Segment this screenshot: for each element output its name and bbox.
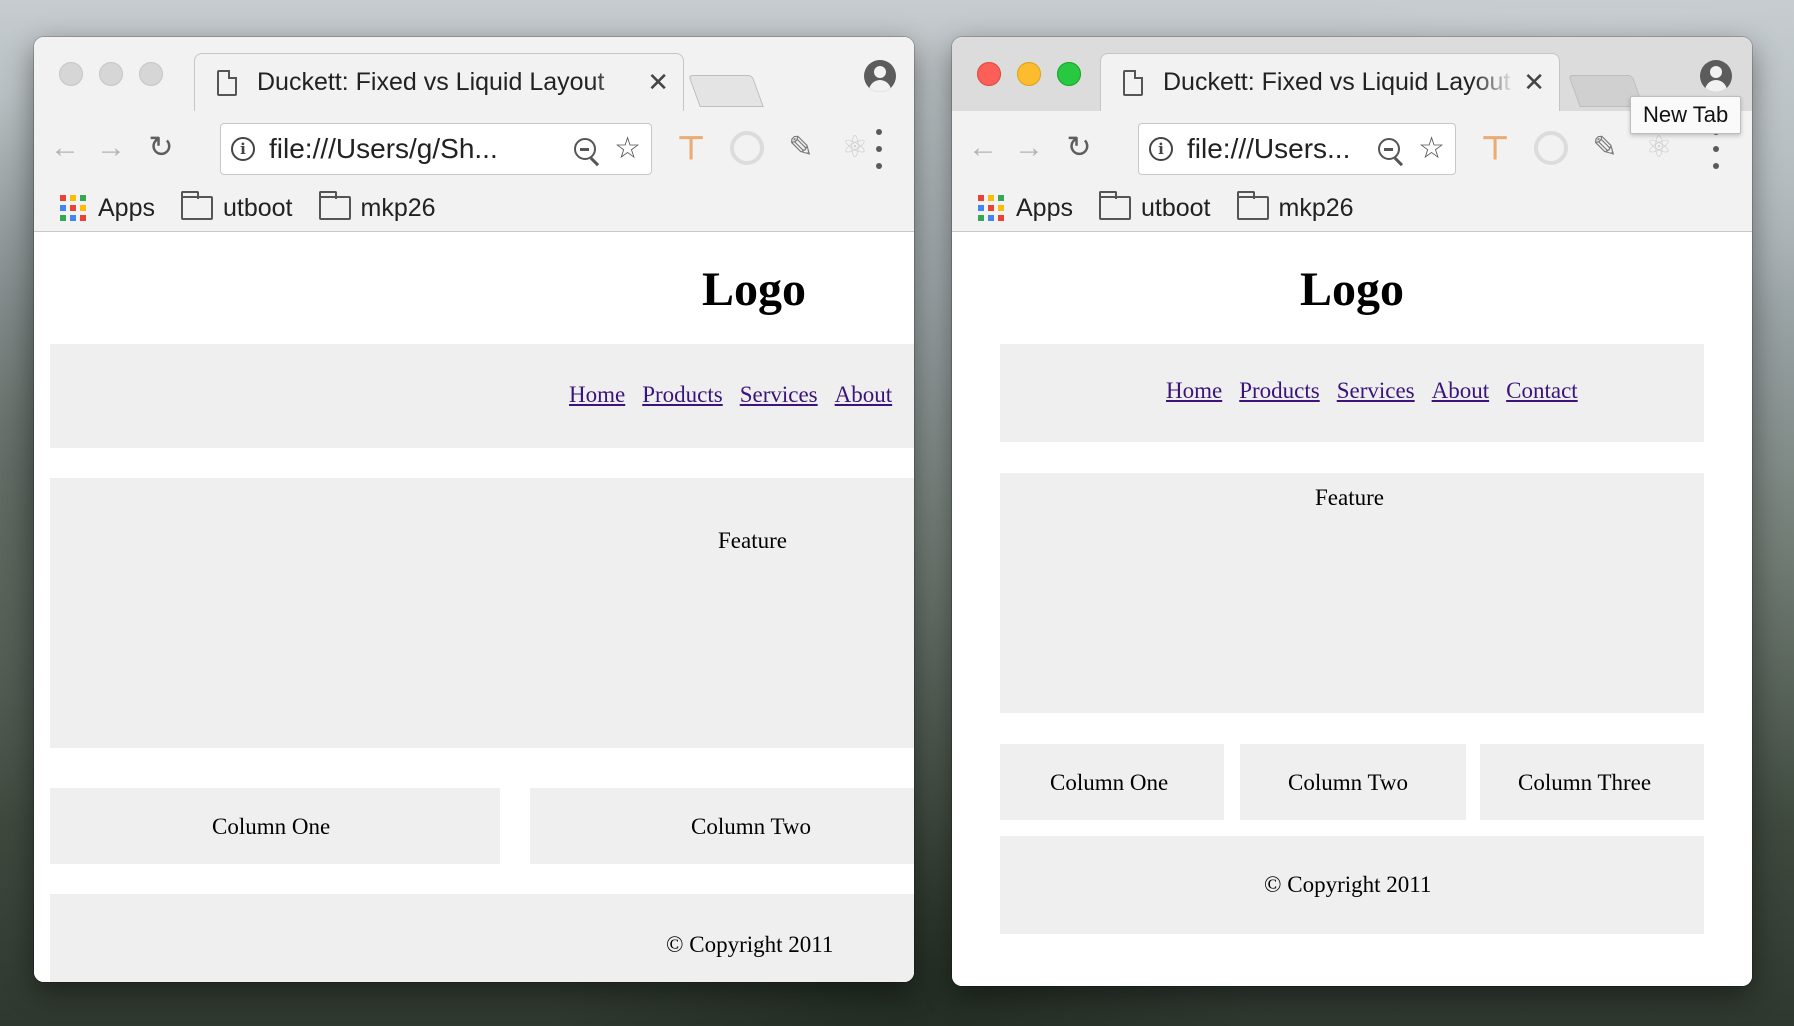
window-controls	[977, 62, 1081, 86]
bookmark-label: utboot	[1140, 193, 1211, 222]
page-viewport: Logo Home Products Services About Contac…	[952, 232, 1752, 986]
bookmarks-bar: Apps utboot mkp26	[952, 185, 1752, 231]
bookmark-label: Apps	[98, 193, 155, 222]
feature-block	[50, 478, 914, 748]
page-logo: Logo	[1300, 263, 1405, 316]
url-text: file:///Users...	[1187, 133, 1351, 164]
footer-copyright: © Copyright 2011	[666, 932, 834, 957]
address-bar[interactable]: i file:///Users/g/Sh... ☆	[220, 123, 652, 175]
bookmark-mkp26[interactable]: mkp26	[318, 191, 436, 223]
page-logo: Logo	[702, 263, 807, 316]
bookmark-apps[interactable]: Apps	[978, 194, 1073, 223]
tab-title: Duckett: Fixed vs Liquid Layout	[257, 68, 605, 96]
info-icon[interactable]: i	[231, 137, 255, 161]
close-icon[interactable]: ✕	[1523, 67, 1545, 98]
tab-active[interactable]: Duckett: Fixed vs Liquid Layout ✕	[194, 53, 684, 111]
zoom-window-button[interactable]	[1057, 62, 1081, 86]
back-arrow-icon[interactable]: ←	[48, 131, 82, 165]
zoom-out-icon[interactable]	[1378, 138, 1401, 160]
window-controls	[59, 62, 163, 86]
back-arrow-icon[interactable]: ←	[966, 131, 1000, 165]
new-tab-tooltip: New Tab	[1630, 96, 1742, 134]
close-icon[interactable]: ✕	[647, 67, 669, 98]
bookmark-label: mkp26	[1278, 193, 1354, 222]
bookmark-label: utboot	[222, 193, 293, 222]
close-window-button[interactable]	[59, 62, 83, 86]
folder-icon	[1236, 191, 1269, 220]
nav-link-products[interactable]: Products	[1239, 378, 1320, 404]
page-viewport: Logo Home Products Services About Featur…	[34, 232, 914, 982]
column-one-label: Column One	[212, 814, 331, 839]
folder-icon	[1098, 191, 1131, 220]
new-tab-button[interactable]	[688, 75, 764, 107]
browser-chrome: Duckett: Fixed vs Liquid Layout ✕ ← → ↻ …	[34, 37, 914, 232]
nav-link-contact[interactable]: Contact	[1506, 378, 1578, 404]
close-window-button[interactable]	[977, 62, 1001, 86]
toolbar: ← → ↻ i file:///Users/g/Sh... ☆ ⊤ ✎ ⚛	[34, 111, 914, 185]
zoom-out-icon[interactable]	[574, 138, 597, 160]
apps-grid-icon	[60, 195, 86, 221]
column-two-label: Column Two	[691, 814, 812, 839]
three-dot-menu-icon[interactable]	[874, 129, 884, 169]
bookmark-utboot[interactable]: utboot	[1098, 191, 1211, 223]
nav-link-products[interactable]: Products	[642, 382, 723, 408]
star-icon[interactable]: ☆	[1418, 134, 1445, 164]
column-one-label: Column One	[1050, 770, 1169, 795]
tab-active[interactable]: Duckett: Fixed vs Liquid Layout ✕	[1100, 53, 1560, 111]
footer-copyright: © Copyright 2011	[1264, 872, 1432, 897]
bookmark-label: mkp26	[360, 193, 436, 222]
react-devtools-icon[interactable]: ⚛	[1642, 131, 1676, 165]
column-two-label: Column Two	[1288, 770, 1409, 795]
extension-circle-icon[interactable]	[730, 131, 764, 165]
nav-link-about[interactable]: About	[835, 382, 893, 408]
three-dot-menu-icon[interactable]	[1711, 129, 1721, 169]
document-icon	[1123, 69, 1143, 96]
browser-window-fixed-layout: Duckett: Fixed vs Liquid Layout ✕ ← → ↻ …	[34, 37, 914, 982]
bookmarks-bar: Apps utboot mkp26	[34, 185, 914, 231]
nav-link-home[interactable]: Home	[1166, 378, 1222, 404]
minimize-window-button[interactable]	[1017, 62, 1041, 86]
url-text: file:///Users/g/Sh...	[269, 133, 498, 164]
nav-links: Home Products Services About Contact	[1166, 378, 1578, 404]
nav-link-services[interactable]: Services	[740, 382, 818, 408]
eyedropper-icon[interactable]: ✎	[784, 131, 818, 165]
address-bar[interactable]: i file:///Users... ☆	[1138, 123, 1456, 175]
nav-link-about[interactable]: About	[1432, 378, 1490, 404]
tab-title: Duckett: Fixed vs Liquid Layout	[1163, 68, 1511, 96]
forward-arrow-icon[interactable]: →	[94, 131, 128, 165]
apps-grid-icon	[978, 195, 1004, 221]
profile-icon[interactable]	[1700, 60, 1732, 92]
extension-hammer-icon[interactable]: ⊤	[1478, 131, 1512, 165]
bookmark-label: Apps	[1016, 193, 1073, 222]
tab-strip: Duckett: Fixed vs Liquid Layout ✕	[34, 37, 914, 111]
forward-arrow-icon[interactable]: →	[1012, 131, 1046, 165]
folder-icon	[180, 191, 213, 220]
info-icon[interactable]: i	[1149, 137, 1173, 161]
browser-window-liquid-layout: Duckett: Fixed vs Liquid Layout ✕ ← → ↻ …	[952, 37, 1752, 986]
bookmark-apps[interactable]: Apps	[60, 194, 155, 223]
extension-hammer-icon[interactable]: ⊤	[674, 131, 708, 165]
reload-icon[interactable]: ↻	[1062, 131, 1096, 165]
reload-icon[interactable]: ↻	[144, 131, 178, 165]
column-three-label: Column Three	[1518, 770, 1652, 795]
feature-label: Feature	[718, 528, 787, 553]
feature-label: Feature	[1315, 485, 1384, 510]
eyedropper-icon[interactable]: ✎	[1588, 131, 1622, 165]
nav-links: Home Products Services About	[569, 382, 892, 408]
bookmark-utboot[interactable]: utboot	[180, 191, 293, 223]
zoom-window-button[interactable]	[139, 62, 163, 86]
nav-link-services[interactable]: Services	[1337, 378, 1415, 404]
browser-chrome: Duckett: Fixed vs Liquid Layout ✕ ← → ↻ …	[952, 37, 1752, 232]
react-devtools-icon[interactable]: ⚛	[838, 131, 872, 165]
star-icon[interactable]: ☆	[614, 134, 641, 164]
minimize-window-button[interactable]	[99, 62, 123, 86]
extension-circle-icon[interactable]	[1534, 131, 1568, 165]
profile-icon[interactable]	[864, 60, 896, 92]
document-icon	[217, 69, 237, 96]
nav-link-home[interactable]: Home	[569, 382, 625, 408]
bookmark-mkp26[interactable]: mkp26	[1236, 191, 1354, 223]
folder-icon	[318, 191, 351, 220]
